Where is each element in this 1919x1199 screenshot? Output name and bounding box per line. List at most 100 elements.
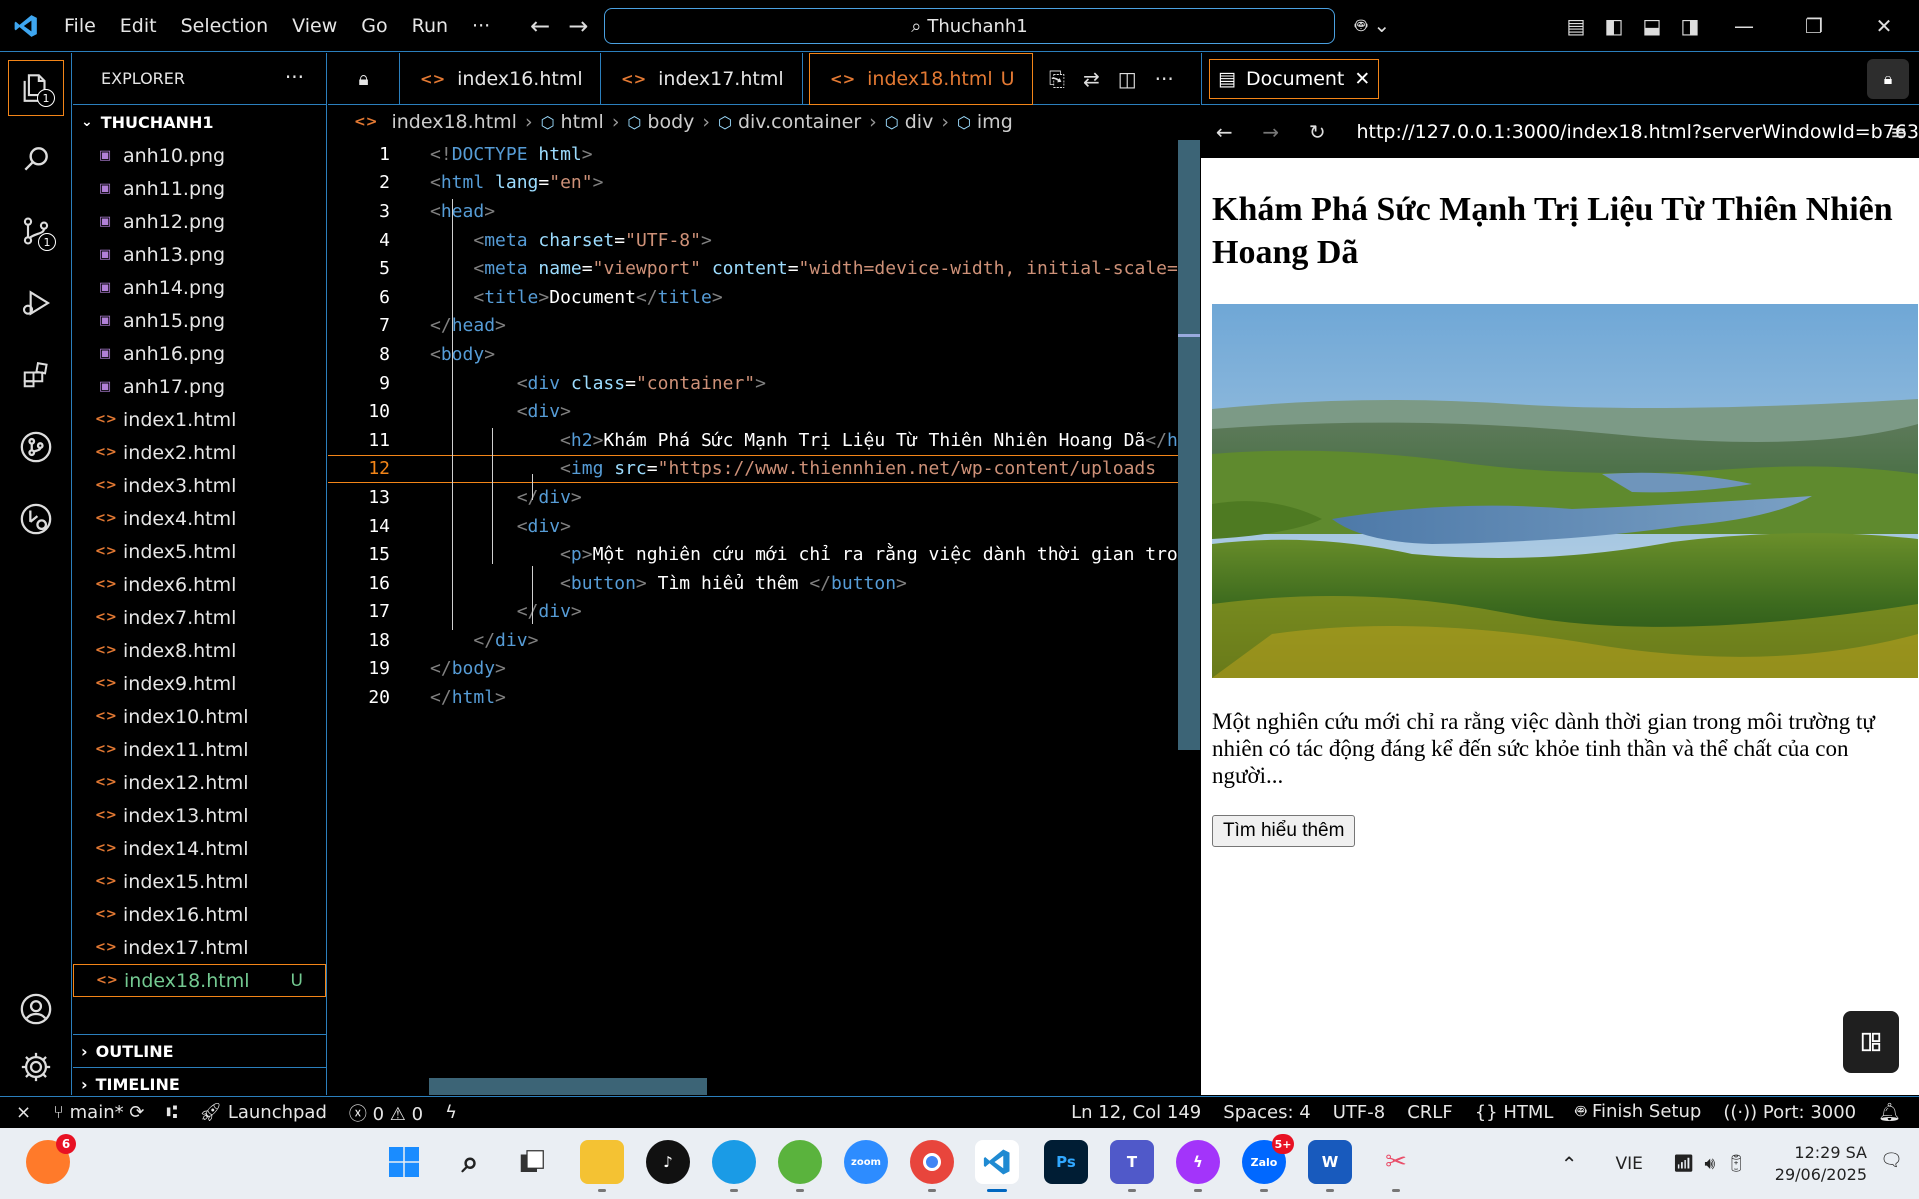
file-item[interactable]: ▣ anh12.png bbox=[73, 205, 326, 238]
word-icon[interactable]: W bbox=[1308, 1140, 1352, 1192]
file-item[interactable]: <> index16.html bbox=[73, 898, 326, 931]
file-item[interactable]: <> index12.html bbox=[73, 766, 326, 799]
live-server-port[interactable]: ((·)) Port: 3000 bbox=[1723, 1102, 1856, 1123]
restore-icon[interactable]: ❐ bbox=[1779, 14, 1849, 38]
address-bar[interactable]: http://127.0.0.1:3000/index18.html?serve… bbox=[1356, 121, 1919, 143]
file-item[interactable]: <> index2.html bbox=[73, 436, 326, 469]
lightning-icon[interactable]: ϟ bbox=[445, 1102, 457, 1123]
file-item[interactable]: <> index18.html U bbox=[73, 964, 326, 997]
file-item[interactable]: ▣ anh13.png bbox=[73, 238, 326, 271]
forward-arrow-icon[interactable]: → bbox=[568, 12, 588, 40]
code-line[interactable]: 8 <body> bbox=[328, 340, 1200, 369]
remote-indicator-icon[interactable]: ⨯ bbox=[16, 1102, 31, 1123]
language-mode[interactable]: {} HTML bbox=[1475, 1102, 1554, 1123]
command-center-search[interactable]: ⌕ Thuchanh1 bbox=[604, 8, 1335, 44]
back-arrow-icon[interactable]: ← bbox=[1201, 120, 1247, 144]
vscode-taskbar-icon[interactable] bbox=[975, 1140, 1019, 1192]
code-line[interactable]: 20 </html> bbox=[328, 683, 1200, 712]
file-item[interactable]: <> index10.html bbox=[73, 700, 326, 733]
notifications-bell-icon[interactable]: 🔔︎ bbox=[1878, 1102, 1901, 1123]
file-item[interactable]: ▣ anh17.png bbox=[73, 370, 326, 403]
git-graph-icon[interactable] bbox=[8, 419, 64, 475]
learn-more-button[interactable]: Tìm hiểu thêm bbox=[1212, 815, 1356, 847]
vertical-scrollbar[interactable] bbox=[1178, 140, 1200, 750]
code-line[interactable]: 15 <p>Một nghiên cứu mới chỉ ra rằng việ… bbox=[328, 540, 1200, 569]
code-line[interactable]: 19 </body> bbox=[328, 655, 1200, 684]
task-view-icon[interactable] bbox=[510, 1140, 554, 1184]
breadcrumb-div[interactable]: div bbox=[905, 111, 934, 133]
code-line[interactable]: 3 <head> bbox=[328, 197, 1200, 226]
snipping-tool-icon[interactable]: ✂ bbox=[1374, 1140, 1418, 1192]
file-item[interactable]: ▣ anh10.png bbox=[73, 139, 326, 172]
encoding[interactable]: UTF-8 bbox=[1333, 1102, 1385, 1123]
code-line[interactable]: 13 </div> bbox=[328, 483, 1200, 512]
code-line[interactable]: 5 <meta name="viewport" content="width=d… bbox=[328, 254, 1200, 283]
file-item[interactable]: <> index1.html bbox=[73, 403, 326, 436]
menu-file[interactable]: File bbox=[52, 15, 108, 37]
tiktok-icon[interactable]: ♪ bbox=[646, 1140, 690, 1184]
tab-index17[interactable]: <> index17.html bbox=[601, 53, 803, 105]
input-language[interactable]: VIE bbox=[1615, 1154, 1642, 1174]
menu-run[interactable]: Run bbox=[400, 15, 460, 37]
battery-icon[interactable]: 🔋︎ bbox=[1725, 1154, 1747, 1174]
breadcrumb-img[interactable]: img bbox=[977, 111, 1013, 133]
file-item[interactable]: <> index6.html bbox=[73, 568, 326, 601]
reload-icon[interactable]: ↻ bbox=[1294, 120, 1340, 144]
code-line[interactable]: 14 <div> bbox=[328, 512, 1200, 541]
file-item[interactable]: <> index11.html bbox=[73, 733, 326, 766]
code-line[interactable]: 1 <!DOCTYPE html> bbox=[328, 140, 1200, 169]
close-icon[interactable]: ✕ bbox=[1849, 14, 1919, 38]
teams-icon[interactable]: T bbox=[1110, 1140, 1154, 1192]
file-item[interactable]: ▣ anh16.png bbox=[73, 337, 326, 370]
start-windows-icon[interactable] bbox=[382, 1140, 426, 1184]
file-item[interactable]: <> index5.html bbox=[73, 535, 326, 568]
indentation[interactable]: Spaces: 4 bbox=[1223, 1102, 1310, 1123]
code-line[interactable]: 12 <img src="https://www.thiennhien.net/… bbox=[328, 454, 1200, 484]
breadcrumb-body[interactable]: body bbox=[647, 111, 694, 133]
zoom-icon[interactable]: zoom bbox=[844, 1140, 888, 1184]
minimize-icon[interactable]: — bbox=[1709, 14, 1779, 38]
chevron-up-icon[interactable]: ⌃ bbox=[1561, 1152, 1578, 1176]
close-icon[interactable]: ✕ bbox=[1354, 68, 1370, 90]
tab-index16[interactable]: <> index16.html bbox=[400, 53, 601, 105]
code-line[interactable]: 2 <html lang="en"> bbox=[328, 169, 1200, 198]
menu-selection[interactable]: Selection bbox=[169, 15, 281, 37]
search-icon[interactable] bbox=[8, 131, 64, 187]
more-actions-icon[interactable]: ··· bbox=[285, 65, 304, 89]
code-line[interactable]: 18 </div> bbox=[328, 626, 1200, 655]
zalo-icon[interactable]: Zalo 5+ bbox=[1242, 1134, 1294, 1192]
file-item[interactable]: <> index14.html bbox=[73, 832, 326, 865]
notification-center-icon[interactable]: 🗨︎ bbox=[1880, 1150, 1903, 1171]
layout-toggle-icon[interactable] bbox=[1843, 1011, 1899, 1073]
menu-view[interactable]: View bbox=[280, 15, 349, 37]
breadcrumb-file[interactable]: index18.html bbox=[391, 111, 516, 133]
file-explorer-icon[interactable] bbox=[580, 1140, 624, 1192]
file-item[interactable]: <> index13.html bbox=[73, 799, 326, 832]
tab-document-preview[interactable]: ▤ Document ✕ bbox=[1209, 59, 1380, 99]
git-graph-status-icon[interactable]: ⑆ bbox=[166, 1102, 177, 1123]
split-editor-icon[interactable]: ◫ bbox=[1118, 67, 1137, 91]
toggle-primary-sidebar-icon[interactable]: ◧ bbox=[1595, 14, 1633, 38]
menu-go[interactable]: Go bbox=[349, 15, 399, 37]
code-editor[interactable]: 1 <!DOCTYPE html> 2 <html lang="en"> 3 <head>… bbox=[328, 140, 1200, 1095]
settings-gear-icon[interactable] bbox=[8, 1039, 64, 1095]
branch-indicator[interactable]: ⑂ main* ⟳ bbox=[53, 1102, 144, 1123]
code-line[interactable]: 11 <h2>Khám Phá Sức Mạnh Trị Liệu Từ Thi… bbox=[328, 426, 1200, 455]
problems-indicator[interactable]: ⓧ 0 ⚠ 0 bbox=[349, 1100, 423, 1126]
chrome-icon[interactable] bbox=[910, 1140, 954, 1192]
wifi-icon[interactable]: 📶︎ bbox=[1673, 1154, 1695, 1174]
file-item[interactable]: <> index7.html bbox=[73, 601, 326, 634]
file-item[interactable]: <> index8.html bbox=[73, 634, 326, 667]
breadcrumb-html[interactable]: html bbox=[561, 111, 604, 133]
file-item[interactable]: ▣ anh14.png bbox=[73, 271, 326, 304]
menu-more[interactable]: ··· bbox=[460, 15, 502, 37]
file-item[interactable]: ▣ anh11.png bbox=[73, 172, 326, 205]
file-item[interactable]: <> index4.html bbox=[73, 502, 326, 535]
file-item[interactable]: <> index9.html bbox=[73, 667, 326, 700]
forward-arrow-icon[interactable]: → bbox=[1247, 120, 1293, 144]
file-item[interactable]: <> index3.html bbox=[73, 469, 326, 502]
outline-section[interactable]: › OUTLINE bbox=[73, 1034, 327, 1067]
volume-icon[interactable]: 🔊︎ bbox=[1704, 1154, 1715, 1174]
code-line[interactable]: 7 </head> bbox=[328, 312, 1200, 341]
code-line[interactable]: 6 <title>Document</title> bbox=[328, 283, 1200, 312]
